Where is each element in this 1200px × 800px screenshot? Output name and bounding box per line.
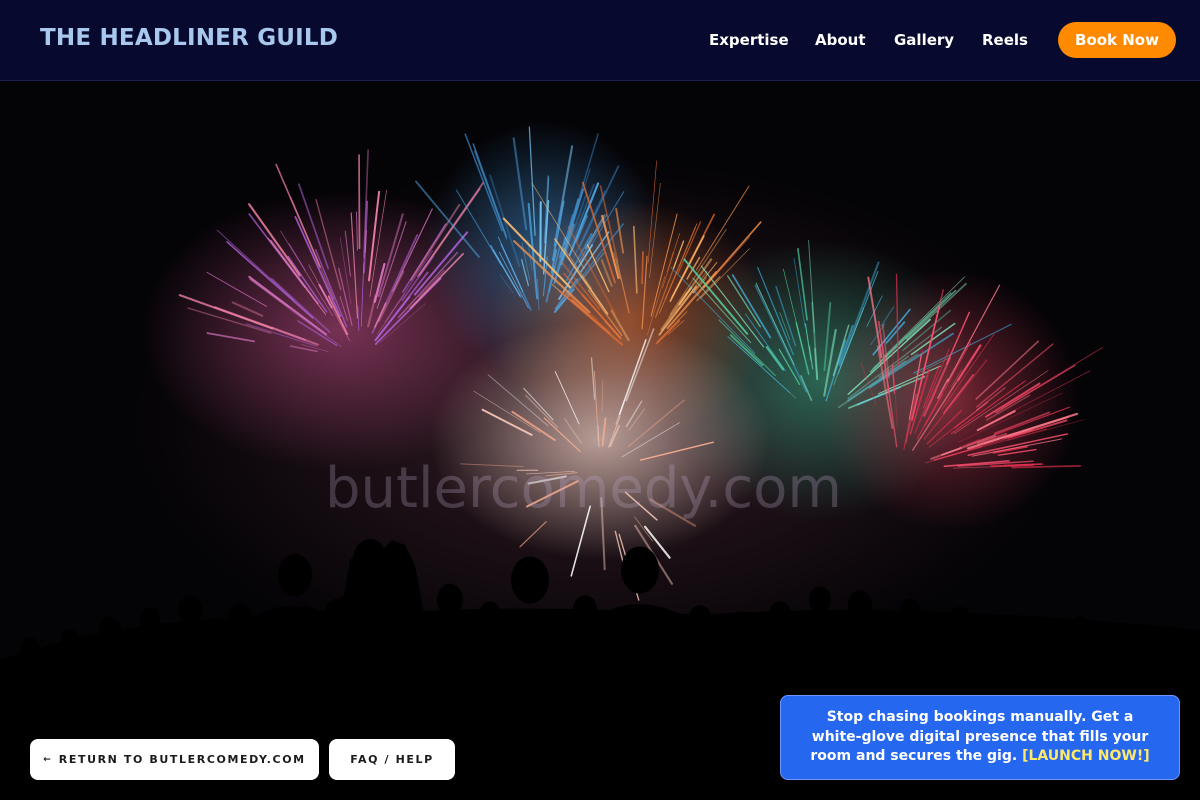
faq-help-button[interactable]: FAQ / HELP bbox=[329, 739, 455, 780]
crowd-person-head bbox=[848, 590, 872, 620]
launch-now-link[interactable]: [LAUNCH NOW!] bbox=[1022, 748, 1150, 764]
crowd-person-head bbox=[1030, 627, 1050, 653]
crowd-person-head bbox=[1069, 616, 1091, 644]
return-to-site-button[interactable]: ← RETURN TO BUTLERCOMEDY.COM bbox=[30, 739, 319, 780]
promo-banner: Stop chasing bookings manually. Get a wh… bbox=[780, 695, 1180, 780]
crowd-person-head bbox=[949, 606, 971, 634]
crowd-person-head bbox=[99, 616, 121, 644]
hero-section: butlercomedy.com bbox=[0, 81, 1200, 800]
fireworks-crowd-image bbox=[0, 81, 1200, 800]
arrow-left-icon: ← bbox=[43, 754, 51, 765]
site-header: THE HEADLINER GUILD Expertise About Gall… bbox=[0, 0, 1200, 81]
crowd-person-head bbox=[769, 601, 791, 629]
crowd-person-head bbox=[437, 583, 463, 617]
crowd-person-head bbox=[729, 611, 751, 639]
nav-link-about[interactable]: About bbox=[815, 31, 866, 49]
crowd-person-head bbox=[61, 628, 79, 652]
crowd-person-head bbox=[809, 586, 831, 614]
return-to-site-label: RETURN TO BUTLERCOMEDY.COM bbox=[58, 753, 306, 766]
crowd-person-head bbox=[227, 603, 253, 637]
firework-spark bbox=[641, 251, 644, 285]
nav-link-reels[interactable]: Reels bbox=[982, 31, 1028, 49]
nav-link-expertise[interactable]: Expertise bbox=[709, 31, 789, 49]
nav-link-gallery[interactable]: Gallery bbox=[894, 31, 954, 49]
crowd-person-head bbox=[178, 595, 202, 625]
book-now-button[interactable]: Book Now bbox=[1058, 22, 1176, 58]
brand-logo[interactable]: THE HEADLINER GUILD bbox=[40, 25, 338, 51]
crowd-person-head bbox=[1110, 627, 1130, 653]
crowd-person-head bbox=[511, 556, 549, 604]
watermark-text: butlercomedy.com bbox=[325, 456, 842, 521]
crowd-person-head bbox=[899, 598, 921, 626]
crowd-person-head bbox=[20, 637, 40, 663]
crowd-person-head bbox=[688, 605, 712, 635]
crowd-person-head bbox=[621, 546, 659, 594]
crowd-person-head bbox=[278, 553, 312, 597]
crowd-person-head bbox=[1150, 632, 1170, 658]
crowd-person-head bbox=[140, 607, 160, 633]
page: THE HEADLINER GUILD Expertise About Gall… bbox=[0, 0, 1200, 800]
crowd-person-head bbox=[990, 617, 1010, 643]
